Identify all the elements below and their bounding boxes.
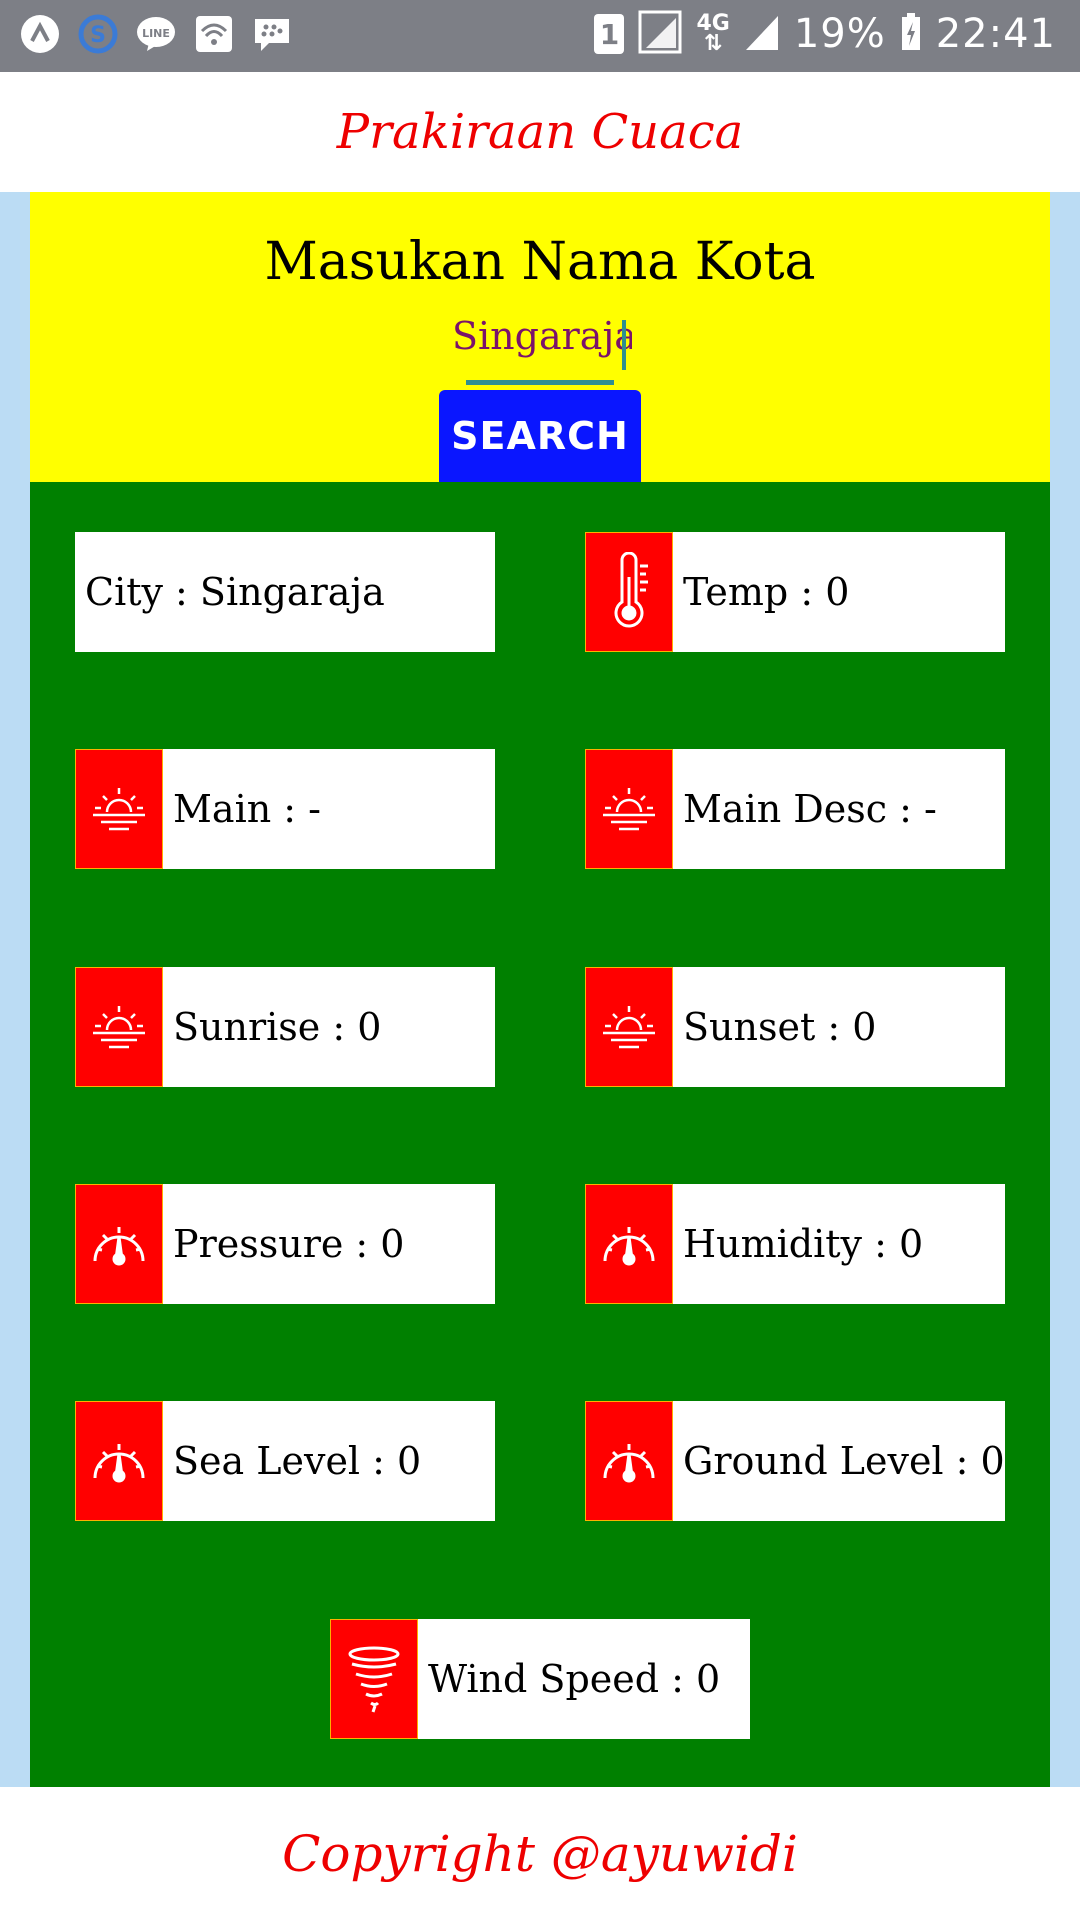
search-panel: Masukan Nama Kota SEARCH — [30, 192, 1050, 482]
sunrise-icon — [75, 749, 163, 869]
status-bar: S LINE 1 4G ⇅ 19% 22:41 — [0, 0, 1080, 72]
text-cursor — [622, 320, 626, 370]
card-humidity: Humidity : 0 — [585, 1184, 1005, 1304]
main-label: Main : - — [173, 787, 321, 831]
thermometer-icon — [585, 532, 673, 652]
card-city: City : Singaraja — [75, 532, 495, 652]
card-sea-level: Sea Level : 0 — [75, 1401, 495, 1521]
svg-text:S: S — [90, 23, 106, 48]
content-frame: Masukan Nama Kota SEARCH City : Singaraj… — [0, 192, 1080, 1787]
app-title: Prakiraan Cuaca — [336, 104, 744, 160]
ground-level-label: Ground Level : 0 — [683, 1439, 1005, 1483]
sunrise-label: Sunrise : 0 — [173, 1005, 382, 1049]
sea-level-label: Sea Level : 0 — [173, 1439, 422, 1483]
tornado-icon — [330, 1619, 418, 1739]
input-underline — [466, 380, 614, 385]
card-sunrise: Sunrise : 0 — [75, 967, 495, 1087]
card-wind-speed: Wind Speed : 0 — [330, 1619, 750, 1739]
wifi-icon — [192, 12, 236, 56]
card-main-desc: Main Desc : - — [585, 749, 1005, 869]
svg-text:LINE: LINE — [142, 27, 170, 40]
city-label: City : Singaraja — [85, 570, 385, 614]
weather-results-panel: City : Singaraja Temp : 0 Main: - Main … — [30, 482, 1050, 1787]
app-bar: Prakiraan Cuaca — [0, 72, 1080, 192]
search-button[interactable]: SEARCH — [439, 390, 641, 482]
main-desc-label: Main Desc : - — [683, 787, 937, 831]
network-type: 4G ⇅ — [696, 11, 730, 56]
city-input[interactable] — [450, 310, 634, 362]
signal-strength-icon — [744, 12, 780, 56]
card-main: Main : - — [75, 749, 495, 869]
sunrise-icon — [75, 967, 163, 1087]
footer: Copyright @ayuwidi — [0, 1787, 1080, 1920]
wind-speed-label: Wind Speed : 0 — [428, 1657, 721, 1701]
humidity-label: Humidity : 0 — [683, 1222, 924, 1266]
copyright-text: Copyright @ayuwidi — [282, 1824, 798, 1883]
signal-icon — [638, 10, 682, 58]
gauge-icon — [75, 1401, 163, 1521]
gauge-icon — [75, 1184, 163, 1304]
temp-label: Temp : 0 — [683, 570, 850, 614]
gauge-icon — [585, 1184, 673, 1304]
card-ground-level: Ground Level : 0 — [585, 1401, 1005, 1521]
sunset-label: Sunset : 0 — [683, 1005, 877, 1049]
gauge-icon — [585, 1401, 673, 1521]
line-icon: LINE — [134, 12, 178, 56]
pressure-label: Pressure : 0 — [173, 1222, 405, 1266]
sunrise-icon — [585, 967, 673, 1087]
card-temp: Temp : 0 — [585, 532, 1005, 652]
app-icon — [18, 12, 62, 56]
sim-label: 1 — [599, 17, 620, 51]
battery-icon — [900, 12, 922, 56]
card-pressure: Pressure : 0 — [75, 1184, 495, 1304]
search-heading: Masukan Nama Kota — [264, 232, 816, 292]
battery-percent: 19% — [793, 11, 886, 57]
bbm-icon — [250, 12, 294, 56]
sim-icon: 1 — [594, 14, 625, 54]
skype-icon: S — [76, 12, 120, 56]
sunrise-icon — [585, 749, 673, 869]
card-sunset: Sunset : 0 — [585, 967, 1005, 1087]
clock: 22:41 — [935, 11, 1056, 57]
